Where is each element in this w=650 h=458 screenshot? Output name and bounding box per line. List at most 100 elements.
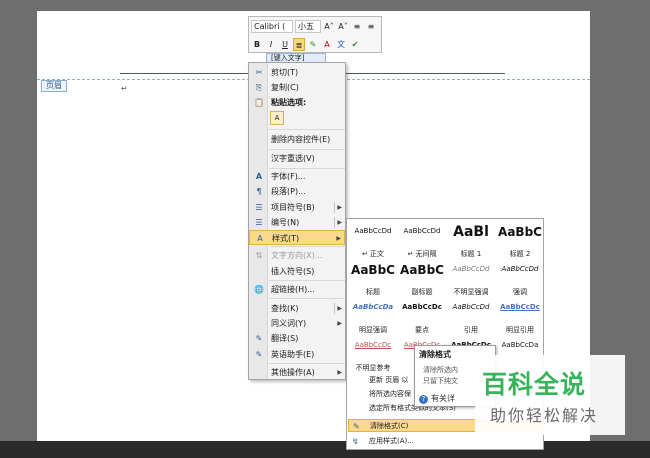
numbering-icon: ☰ bbox=[255, 218, 263, 227]
menu-item-hyperlink[interactable]: 🌐 超链接(H)... bbox=[249, 282, 345, 297]
font-size-box[interactable]: 小五 bbox=[295, 20, 321, 33]
menu-label: 其他操作(A) bbox=[271, 368, 315, 377]
style-subtle-reference[interactable]: AaBbCcDc 不明显参考 bbox=[349, 337, 397, 374]
grow-font-icon[interactable]: A˄ bbox=[323, 20, 335, 33]
menu-label: 删除内容控件(E) bbox=[271, 135, 331, 144]
split-divider bbox=[334, 202, 335, 213]
paste-keep-text-icon[interactable]: A bbox=[270, 111, 284, 125]
menu-item-translate[interactable]: ✎ 翻译(S) bbox=[249, 331, 345, 346]
gallery-option-label: 将所选内容保 bbox=[369, 390, 411, 398]
style-preview: AaBbCcDd bbox=[452, 265, 490, 273]
tooltip-title: 清除格式 bbox=[419, 350, 451, 359]
style-preview: AaBbCcDd bbox=[452, 303, 490, 311]
style-name: 强调 bbox=[513, 288, 527, 296]
format-painter-icon[interactable]: ✔ bbox=[349, 38, 361, 51]
menu-label: 字体(F)... bbox=[271, 172, 306, 181]
menu-label: 复制(C) bbox=[271, 83, 299, 92]
text-direction-icon: ⇅ bbox=[255, 251, 263, 260]
center-align-button[interactable]: ≣ bbox=[293, 38, 305, 51]
highlight-icon[interactable]: ✎ bbox=[307, 38, 319, 51]
bold-button[interactable]: B bbox=[251, 38, 263, 51]
style-intense-quote[interactable]: AaBbCcDc 明显引用 bbox=[496, 299, 544, 336]
style-name: 副标题 bbox=[411, 288, 433, 296]
style-name: 标题 bbox=[366, 288, 380, 296]
scissors-icon: ✂ bbox=[255, 68, 263, 77]
watermark-brand: 百科全说 bbox=[482, 370, 587, 399]
menu-item-copy[interactable]: ⎘ 复制(C) bbox=[249, 80, 345, 95]
menu-item-paragraph[interactable]: ¶ 段落(P)... bbox=[249, 184, 345, 199]
style-emphasis[interactable]: AaBbCcDd 强调 bbox=[496, 261, 544, 298]
style-intense-emphasis[interactable]: AaBbCcDa 明显强调 bbox=[349, 299, 397, 336]
style-preview: AaBbCcDd bbox=[403, 227, 441, 235]
phonetic-icon[interactable]: 文 bbox=[335, 38, 347, 51]
styles-icon: A bbox=[257, 234, 263, 243]
menu-item-font[interactable]: A 字体(F)... bbox=[249, 169, 345, 184]
style-name: ↵ 正文 bbox=[361, 250, 385, 258]
font-color-icon[interactable]: A bbox=[321, 38, 333, 51]
style-subtitle[interactable]: AaBbC 副标题 bbox=[398, 261, 446, 298]
menu-label: 英语助手(E) bbox=[271, 350, 315, 359]
paragraph-icon: ¶ bbox=[256, 187, 262, 196]
underline-button[interactable]: U bbox=[279, 38, 291, 51]
style-name: 不明显参考 bbox=[355, 364, 391, 372]
menu-label: 剪切(T) bbox=[271, 68, 299, 77]
menu-label: 同义词(Y) bbox=[271, 319, 307, 328]
font-name-box[interactable]: Calibri ( bbox=[251, 20, 293, 33]
menu-item-more-actions[interactable]: 其他操作(A) ▶ bbox=[249, 365, 345, 380]
menu-item-insert-symbol[interactable]: 插入符号(S) bbox=[249, 264, 345, 279]
menu-item-styles[interactable]: A 样式(T) ▶ bbox=[249, 230, 345, 245]
submenu-arrow-icon: ▶ bbox=[337, 369, 342, 376]
menu-item-cut[interactable]: ✂ 剪切(T) bbox=[249, 65, 345, 80]
mini-toolbar: Calibri ( 小五 A˄ A˅ ≡ ≡ B I U ≣ ✎ A 文 ✔ bbox=[248, 16, 382, 53]
menu-label: 编号(N) bbox=[271, 218, 300, 227]
menu-label: 文字方向(X)... bbox=[271, 251, 323, 260]
style-strong[interactable]: AaBbCcDc 要点 bbox=[398, 299, 446, 336]
menu-separator bbox=[269, 280, 345, 281]
tooltip-text: 只留下纯文 bbox=[423, 377, 458, 385]
submenu-arrow-icon: ▶ bbox=[337, 219, 342, 226]
style-name: 引用 bbox=[464, 326, 478, 334]
apply-styles-icon: ↯ bbox=[352, 437, 359, 446]
style-name: ↵ 无间隔 bbox=[407, 250, 437, 258]
font-icon: A bbox=[255, 172, 263, 181]
gallery-option-label: 更新 页眉 以 bbox=[369, 376, 409, 384]
style-preview: AaBbC bbox=[351, 263, 395, 277]
menu-item-bullets[interactable]: ☰ 项目符号(B) ▶ bbox=[249, 200, 345, 215]
menu-label: 插入符号(S) bbox=[271, 267, 315, 276]
submenu-arrow-icon: ▶ bbox=[337, 320, 342, 327]
style-title[interactable]: AaBbC 标题 bbox=[349, 261, 397, 298]
header-tag: 页眉 bbox=[41, 80, 67, 92]
style-normal[interactable]: AaBbCcDd ↵ 正文 bbox=[349, 223, 397, 260]
menu-item-english-assistant[interactable]: ✎ 英语助手(E) bbox=[249, 347, 345, 362]
menu-label: 粘贴选项: bbox=[271, 98, 307, 107]
shrink-font-icon[interactable]: A˅ bbox=[337, 20, 349, 33]
menu-label: 超链接(H)... bbox=[271, 285, 315, 294]
menu-label: 查找(K) bbox=[271, 304, 299, 313]
gallery-apply-styles[interactable]: ↯ 应用样式(A)... bbox=[348, 435, 544, 448]
italic-button[interactable]: I bbox=[265, 38, 277, 51]
assistant-icon: ✎ bbox=[255, 350, 263, 359]
style-no-spacing[interactable]: AaBbCcDd ↵ 无间隔 bbox=[398, 223, 446, 260]
menu-item-synonyms[interactable]: 同义词(Y) ▶ bbox=[249, 316, 345, 331]
menu-item-reconvert[interactable]: 汉字重选(V) bbox=[249, 151, 345, 166]
style-name: 明显强调 bbox=[359, 326, 387, 334]
context-menu: ✂ 剪切(T) ⎘ 复制(C) 📋 粘贴选项: A 删除内容控件(E) 汉字重选… bbox=[248, 62, 346, 380]
bullets-icon: ☰ bbox=[255, 203, 263, 212]
split-divider bbox=[334, 217, 335, 228]
style-heading-1[interactable]: AaBl 标题 1 bbox=[447, 223, 495, 260]
menu-item-find[interactable]: 查找(K) ▶ bbox=[249, 301, 345, 316]
menu-item-numbering[interactable]: ☰ 编号(N) ▶ bbox=[249, 215, 345, 230]
increase-indent-icon[interactable]: ≡ bbox=[365, 20, 377, 33]
clear-format-icon: ✎ bbox=[353, 422, 360, 431]
style-name: 标题 1 bbox=[460, 250, 482, 258]
decrease-indent-icon[interactable]: ≡ bbox=[351, 20, 363, 33]
style-heading-2[interactable]: AaBbC 标题 2 bbox=[496, 223, 544, 260]
menu-item-remove-control[interactable]: 删除内容控件(E) bbox=[249, 132, 345, 147]
style-preview: AaBl bbox=[453, 224, 489, 240]
style-preview: AaBbCcDc bbox=[354, 341, 392, 349]
tooltip-help-link[interactable]: ? 有关详 bbox=[419, 393, 455, 404]
style-quote[interactable]: AaBbCcDd 引用 bbox=[447, 299, 495, 336]
style-subtle-emphasis[interactable]: AaBbCcDd 不明显强调 bbox=[447, 261, 495, 298]
clipboard-icon: 📋 bbox=[254, 98, 264, 107]
style-preview: AaBbCcDd bbox=[501, 265, 539, 273]
